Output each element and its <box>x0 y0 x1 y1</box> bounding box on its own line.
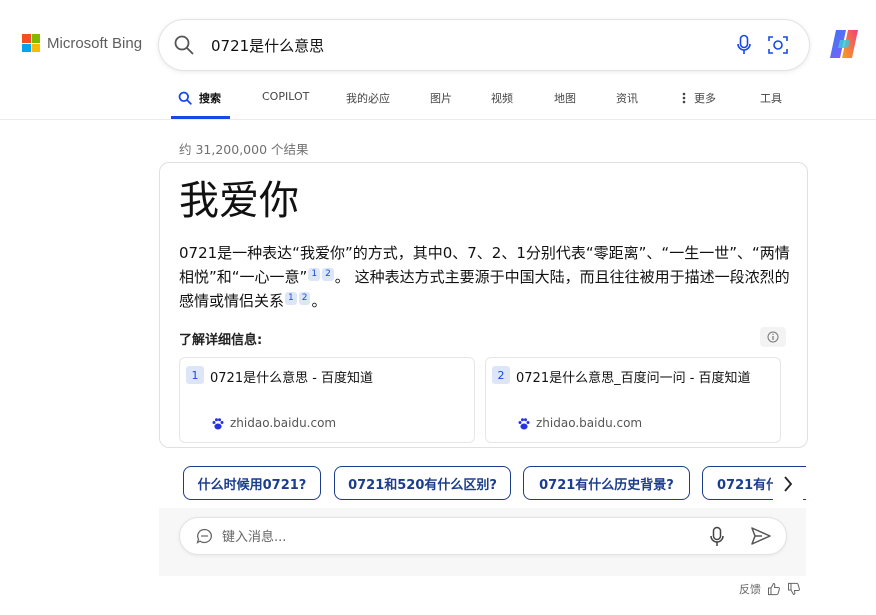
search-box[interactable]: 0721是什么意思 <box>159 20 809 70</box>
suggestion-row: 什么时候用0721? 0721和520有什么区别? 0721有什么历史背景? 0… <box>159 466 806 502</box>
chevron-right-icon <box>784 476 793 492</box>
tab-maps[interactable]: 地图 <box>554 90 576 106</box>
feedback-label[interactable]: 反馈 <box>739 581 761 597</box>
nav-tabs: 搜索 COPILOT 我的必应 图片 视频 地图 资讯 更多 工具 <box>0 86 876 118</box>
source-title[interactable]: 0721是什么意思 - 百度知道 <box>210 367 373 386</box>
source-number: 1 <box>186 366 204 384</box>
microphone-icon[interactable] <box>737 34 751 56</box>
more-dots-icon <box>682 92 686 104</box>
source-domain: zhidao.baidu.com <box>536 416 643 430</box>
source-domain: zhidao.baidu.com <box>230 416 337 430</box>
answer-title: 我爱你 <box>179 178 299 224</box>
tab-my-bing[interactable]: 我的必应 <box>346 90 390 106</box>
tab-more[interactable]: 更多 <box>694 90 716 106</box>
suggestion-chip[interactable]: 什么时候用0721? <box>183 466 321 500</box>
source-card-2[interactable]: 2 0721是什么意思_百度问一问 - 百度知道 zhidao.baidu.co… <box>485 357 781 443</box>
send-icon[interactable] <box>750 526 772 546</box>
info-icon <box>767 331 779 343</box>
baidu-paw-icon <box>518 418 530 430</box>
tab-videos[interactable]: 视频 <box>491 90 513 106</box>
info-button[interactable] <box>760 327 786 347</box>
search-icon[interactable] <box>173 34 195 56</box>
tab-copilot[interactable]: COPILOT <box>262 90 309 103</box>
feedback-area: 反馈 <box>739 581 801 597</box>
citation-1-second[interactable]: 1 <box>285 292 297 305</box>
suggestion-chip[interactable]: 0721和520有什么区别? <box>334 466 511 500</box>
answer-text-part3: 。 <box>311 292 327 310</box>
visual-search-icon[interactable] <box>767 34 789 56</box>
source-card-1[interactable]: 1 0721是什么意思 - 百度知道 zhidao.baidu.com <box>179 357 475 443</box>
tab-search[interactable]: 搜索 <box>199 90 221 106</box>
baidu-paw-icon <box>212 418 224 430</box>
source-title[interactable]: 0721是什么意思_百度问一问 - 百度知道 <box>516 367 751 386</box>
chat-microphone-icon[interactable] <box>710 526 724 548</box>
search-tab-icon <box>178 91 192 105</box>
chat-box[interactable] <box>180 518 786 554</box>
microsoft-logo-icon <box>22 34 40 52</box>
header-divider <box>0 119 876 120</box>
result-count: 约 31,200,000 个结果 <box>179 142 309 157</box>
suggestion-chip[interactable]: 0721有什么历史背景? <box>523 466 690 500</box>
source-number: 2 <box>492 366 510 384</box>
brand-name: Microsoft Bing <box>47 34 143 52</box>
thumbs-up-icon[interactable] <box>767 582 781 596</box>
suggestion-next-button[interactable] <box>773 468 803 500</box>
copilot-icon[interactable] <box>826 26 862 62</box>
answer-text: 0721是一种表达“我爱你”的方式，其中0、7、2、1分别代表“零距离”、“一生… <box>179 241 791 313</box>
chat-input[interactable] <box>220 526 684 548</box>
tab-tools[interactable]: 工具 <box>760 90 782 106</box>
tab-news[interactable]: 资讯 <box>616 90 638 106</box>
bing-logo[interactable]: Microsoft Bing <box>22 34 142 52</box>
citation-2-second[interactable]: 2 <box>298 292 311 305</box>
citation-1[interactable]: 1 <box>308 268 321 281</box>
citation-2[interactable]: 2 <box>322 268 334 281</box>
answer-card: 我爱你 0721是一种表达“我爱你”的方式，其中0、7、2、1分别代表“零距离”… <box>159 162 808 448</box>
search-query[interactable]: 0721是什么意思 <box>211 35 324 56</box>
chat-bubble-icon <box>196 528 212 544</box>
tab-images[interactable]: 图片 <box>430 90 452 106</box>
thumbs-down-icon[interactable] <box>787 582 801 596</box>
more-info-label: 了解详细信息: <box>179 333 263 348</box>
